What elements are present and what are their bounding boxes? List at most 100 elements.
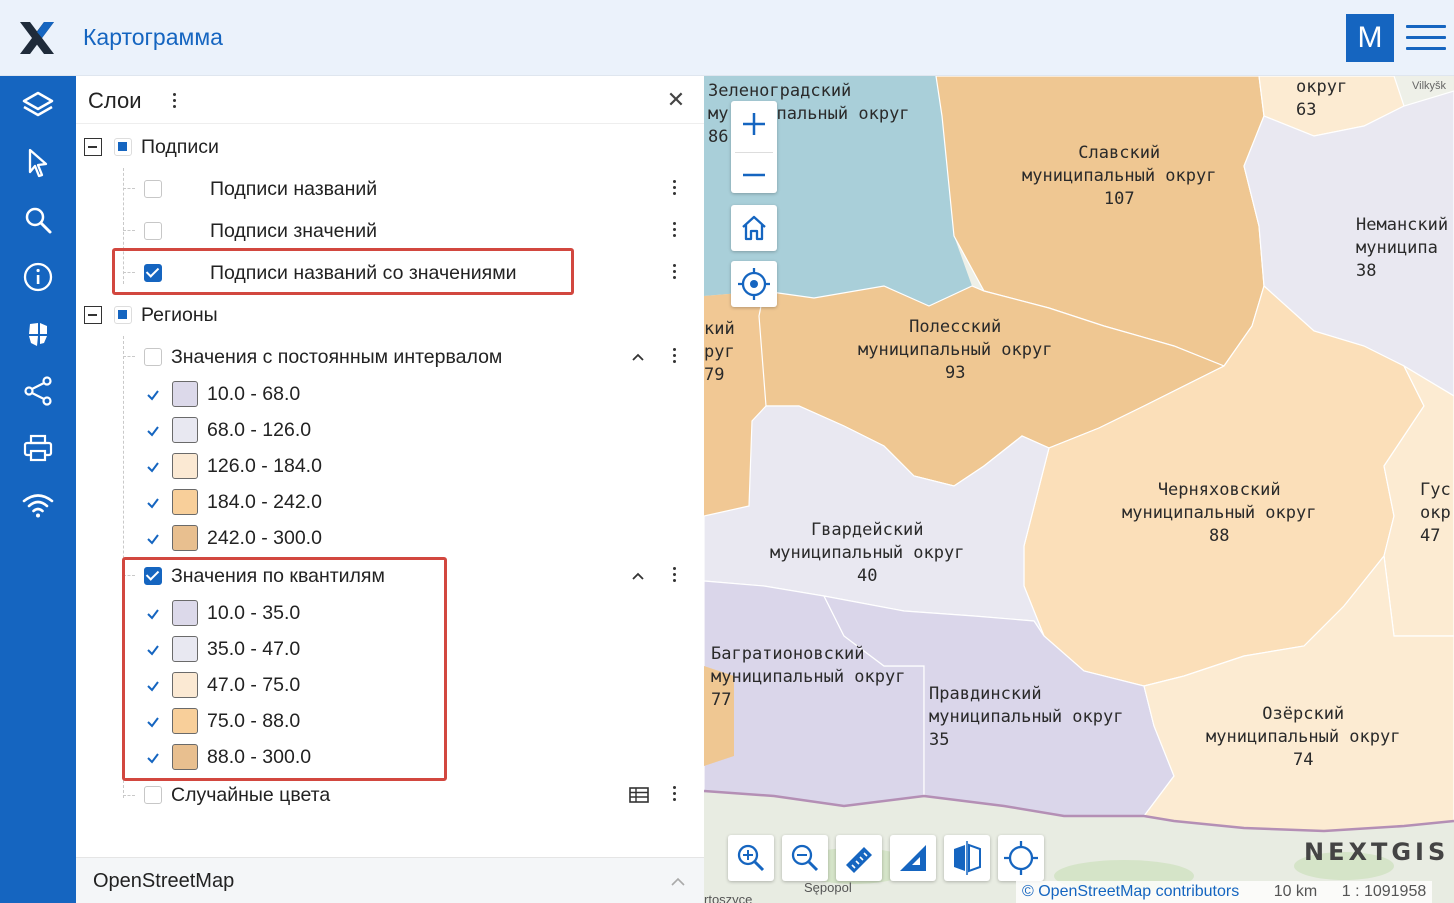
layer-menu-icon[interactable]	[669, 219, 679, 243]
layer-menu-icon[interactable]	[669, 261, 679, 285]
layer-menu-icon[interactable]	[669, 345, 679, 369]
check-icon[interactable]	[146, 460, 160, 474]
layers-icon[interactable]	[19, 87, 57, 125]
map-view[interactable]: Зеленоградский му пальный округ 86 Славск…	[704, 76, 1454, 903]
zoom-out-icon[interactable]	[731, 152, 777, 198]
share-icon[interactable]	[19, 372, 57, 410]
map-attribution: © OpenStreetMap contributors 10 km 1 : 1…	[1016, 881, 1433, 903]
region-label-polessk: Полесский муниципальный округ 93	[858, 317, 1053, 383]
cartogram-icon[interactable]	[19, 315, 57, 353]
group-label: Регионы	[141, 304, 218, 326]
measure-length-button[interactable]	[836, 835, 882, 881]
nextgis-logo[interactable]: NEXTGIS	[1304, 838, 1449, 866]
scale-ratio: 1 : 1091958	[1341, 883, 1427, 900]
zoom-out-magnifier-icon	[791, 844, 819, 872]
layer-checkbox[interactable]	[144, 786, 162, 804]
region-label-gusev: Гус окр 47	[1420, 480, 1451, 546]
panel-menu-icon[interactable]	[168, 88, 180, 112]
chevron-up-icon[interactable]	[631, 569, 645, 583]
left-toolbar	[0, 76, 76, 903]
area-ruler-icon	[900, 845, 926, 871]
zoom-in-icon[interactable]	[731, 101, 777, 147]
place-label: rtoszyce	[704, 892, 753, 903]
chevron-up-icon[interactable]	[670, 874, 686, 888]
layer-menu-icon[interactable]	[669, 177, 679, 201]
compare-layers-button[interactable]	[944, 835, 990, 881]
app-logo[interactable]	[18, 20, 56, 56]
check-icon[interactable]	[146, 496, 160, 510]
check-icon[interactable]	[146, 424, 160, 438]
layer-menu-icon[interactable]	[669, 564, 679, 588]
osm-attribution-link[interactable]: © OpenStreetMap contributors	[1022, 883, 1239, 900]
legend-range: 184.0 - 242.0	[207, 491, 322, 513]
group-label: Подписи	[141, 136, 219, 158]
basemap-label: OpenStreetMap	[93, 870, 235, 892]
layer-group-regions[interactable]: Регионы	[76, 297, 704, 333]
layer-label: Подписи названий	[210, 178, 378, 200]
locate-icon	[738, 268, 770, 300]
layer-menu-icon[interactable]	[669, 783, 679, 807]
home-button[interactable]	[731, 205, 777, 251]
layer-checkbox[interactable]	[144, 348, 162, 366]
home-icon	[742, 215, 766, 241]
region-label-chernyakhovsk: Черняховский муниципальный округ 88	[1122, 480, 1317, 546]
layer-checkbox[interactable]	[144, 180, 162, 198]
layer-checkbox[interactable]	[144, 222, 162, 240]
region-label-west: кий руг 79	[704, 319, 735, 385]
legend-class-row[interactable]: 68.0 - 126.0	[76, 412, 704, 448]
legend-class-row[interactable]: 184.0 - 242.0	[76, 484, 704, 520]
layer-group-captions[interactable]: Подписи	[76, 129, 704, 165]
region-label-gvardeysk: Гвардейский муниципальный округ 40	[770, 520, 965, 586]
top-bar: Картограмма M	[0, 0, 1454, 76]
layer-label: Случайные цвета	[171, 784, 331, 806]
app-title: Картограмма	[83, 24, 223, 50]
legend-range: 10.0 - 68.0	[207, 383, 301, 405]
info-icon[interactable]	[19, 258, 57, 296]
legend-swatch	[172, 417, 198, 443]
legend-swatch	[172, 489, 198, 515]
scale-bar: 10 km	[1273, 883, 1318, 900]
hamburger-menu-icon[interactable]	[1404, 20, 1448, 56]
group-checkbox[interactable]	[114, 306, 132, 324]
chevron-up-icon[interactable]	[631, 350, 645, 364]
layer-item[interactable]: Случайные цвета	[76, 777, 704, 813]
region-label-slavsk: Славский муниципальный округ 107	[1022, 143, 1217, 209]
legend-swatch	[172, 453, 198, 479]
legend-class-row[interactable]: 126.0 - 184.0	[76, 448, 704, 484]
region-label-pravdinsk: Правдинский муниципальный округ 35	[929, 684, 1124, 750]
basemap-bar[interactable]: OpenStreetMap	[76, 857, 704, 903]
highlight-box	[122, 557, 447, 781]
zoom-in-tool-button[interactable]	[728, 835, 774, 881]
collapse-toggle[interactable]	[84, 138, 102, 156]
region-label-neman: Неманский муниципа 38	[1356, 215, 1449, 281]
layer-label: Подписи значений	[210, 220, 378, 242]
search-icon[interactable]	[19, 201, 57, 239]
collapse-toggle[interactable]	[84, 306, 102, 324]
print-icon[interactable]	[19, 429, 57, 467]
check-icon[interactable]	[146, 532, 160, 546]
legend-swatch	[172, 525, 198, 551]
table-icon[interactable]	[629, 787, 649, 803]
locate-button[interactable]	[731, 261, 777, 307]
user-avatar-button[interactable]: M	[1346, 14, 1394, 62]
layer-item[interactable]: Значения с постоянным интервалом	[76, 339, 704, 375]
ruler-icon	[846, 847, 872, 873]
measure-area-button[interactable]	[890, 835, 936, 881]
region-label-top-right: округ 63	[1296, 77, 1348, 120]
zoom-control	[731, 101, 777, 193]
legend-range: 126.0 - 184.0	[207, 455, 322, 477]
group-checkbox[interactable]	[114, 138, 132, 156]
coordinate-button[interactable]	[998, 835, 1044, 881]
legend-class-row[interactable]: 10.0 - 68.0	[76, 376, 704, 412]
highlight-box	[112, 248, 574, 295]
select-icon[interactable]	[19, 144, 57, 182]
zoom-out-tool-button[interactable]	[782, 835, 828, 881]
check-icon[interactable]	[146, 388, 160, 402]
close-icon[interactable]: ✕	[664, 88, 688, 112]
layer-item[interactable]: Подписи значений	[76, 213, 704, 249]
region-label-ozersk: Озёрский муниципальный округ 74	[1206, 704, 1401, 770]
zoom-in-magnifier-icon	[737, 844, 765, 872]
wifi-icon[interactable]	[19, 486, 57, 524]
layer-item[interactable]: Подписи названий	[76, 171, 704, 207]
legend-class-row[interactable]: 242.0 - 300.0	[76, 520, 704, 556]
